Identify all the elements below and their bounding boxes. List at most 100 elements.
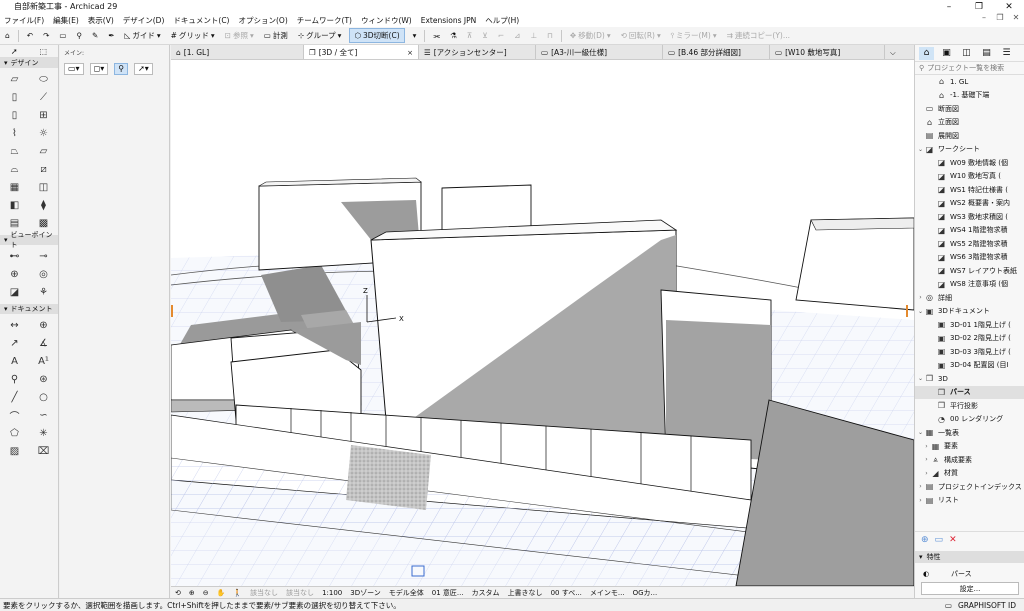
hotspot-tool-icon[interactable]: ✳ [31, 425, 57, 442]
shell-tool-icon[interactable]: ⏥ [31, 143, 57, 160]
object-tool-icon[interactable]: ◫ [31, 179, 57, 196]
interior-elevation-tool-icon[interactable]: ⊕ [2, 266, 28, 283]
tree-item[interactable]: ▭ 断面図 [915, 102, 1024, 115]
doc-minimize-button[interactable]: – [976, 13, 992, 22]
trim-icon[interactable]: ⊼ [465, 31, 475, 40]
dimension-tool-icon[interactable]: ↔ [2, 317, 28, 334]
menu-window[interactable]: ウィンドウ(W) [361, 15, 412, 26]
inject-icon[interactable]: ✒ [106, 31, 116, 40]
arrow-tool-icon[interactable]: ➚ [11, 47, 18, 56]
expand-icon[interactable]: › [917, 497, 924, 504]
rotate-button[interactable]: ⟲ 回転(R) ▾ [619, 30, 663, 41]
home-icon[interactable]: ⌂ [3, 31, 12, 40]
morph-tool-icon[interactable]: ⧫ [31, 197, 57, 214]
view-map-icon[interactable]: ▣ [939, 47, 954, 60]
project-map-icon[interactable]: ⌂ [919, 46, 934, 60]
fillet-icon[interactable]: ⌐ [496, 31, 506, 40]
tree-item[interactable]: › ▦ 要素 [915, 440, 1024, 453]
tab-3d[interactable]: ❒ [3D / 全て] × [304, 45, 419, 59]
filter-none-1[interactable]: 該当なし [250, 588, 278, 598]
fill-tool-icon[interactable]: ⊛ [31, 371, 57, 388]
settings-icon[interactable]: ▭ [935, 535, 944, 545]
orbit-icon[interactable]: ⟲ [175, 589, 181, 597]
tab-layout-a3[interactable]: ▭ [A3-川一級仕様] [536, 45, 663, 59]
view-select[interactable]: 01 意匠... [432, 588, 464, 598]
tree-item[interactable]: ◪ WS1 特記仕様書 ( [915, 183, 1024, 196]
tree-item[interactable]: ◪ W10 敷地写真 ( [915, 170, 1024, 183]
menu-view[interactable]: 表示(V) [88, 15, 114, 26]
maximize-button[interactable]: ❐ [964, 0, 994, 13]
tree-item[interactable]: ◪ WS8 注意事項 (個 [915, 278, 1024, 291]
pan-icon[interactable]: ✋ [217, 589, 226, 597]
toolbox-section-viewpoint[interactable]: ▾ ビューポイント [0, 231, 58, 249]
scale-select[interactable]: 1:100 [322, 589, 342, 597]
intersect-icon[interactable]: ⊥ [528, 31, 539, 40]
add-icon[interactable]: ⊕ [921, 535, 929, 545]
change-marker-tool-icon[interactable]: ⌧ [31, 443, 57, 460]
search-input[interactable]: プロジェクト一覧を検索 [927, 63, 1004, 73]
tree-item[interactable]: ⌂ 立面図 [915, 116, 1024, 129]
tree-item[interactable]: › ⩓ 構成要素 [915, 453, 1024, 466]
tree-item[interactable]: ▤ 展開図 [915, 129, 1024, 142]
lock-icon[interactable]: ⊓ [545, 31, 555, 40]
camera-tool-icon[interactable]: ⚘ [31, 284, 57, 301]
move-button[interactable]: ✥ 移動(D) ▾ [568, 30, 613, 41]
expand-icon[interactable]: ⌄ [917, 375, 924, 382]
tree-item[interactable]: ◪ WS5 2階建物求積 [915, 237, 1024, 250]
og-select[interactable]: OGカ... [633, 588, 658, 598]
group-button[interactable]: ⊹ グループ ▾ [296, 30, 344, 41]
circle-tool-icon[interactable]: ○ [31, 389, 57, 406]
filter-none-2[interactable]: 該当なし [286, 588, 314, 598]
memo-select[interactable]: メインモ... [590, 588, 625, 598]
layout-book-icon[interactable]: ◫ [959, 47, 974, 60]
tree-item[interactable]: ❒ 平行投影 [915, 399, 1024, 412]
doc-restore-button[interactable]: ❐ [992, 13, 1008, 22]
selection-method-icon[interactable]: ▭▾ [64, 63, 84, 75]
worksheet-tool-icon[interactable]: ◎ [31, 266, 57, 283]
menu-edit[interactable]: 編集(E) [53, 15, 79, 26]
tree-item[interactable]: ◪ WS2 概要書・案内 [915, 197, 1024, 210]
graphisoft-id[interactable]: ▭ GRAPHISOFT ID [945, 599, 1016, 611]
redo-icon[interactable]: ↷ [41, 31, 51, 40]
expand-icon[interactable]: ⌄ [917, 308, 924, 315]
multiply-button[interactable]: ⇉ 連続コピー(Y)... [725, 30, 792, 41]
expand-icon[interactable]: › [917, 483, 924, 490]
undo-icon[interactable]: ↶ [25, 31, 35, 40]
line-tool-icon[interactable]: ╱ [2, 389, 28, 406]
mirror-button[interactable]: ⫯ ミラー(M) ▾ [669, 30, 719, 41]
figure-tool-icon[interactable]: ▨ [2, 443, 28, 460]
tab-action-center[interactable]: ☰ [アクションセンター] [419, 45, 536, 59]
tree-item[interactable]: ▣ 3D-04 配置図 (目I [915, 359, 1024, 372]
tree-item[interactable]: ⌂ -1. 基礎下端 [915, 89, 1024, 102]
zoom-in-icon[interactable]: ⊕ [189, 589, 195, 597]
menu-extensions[interactable]: Extensions JPN [421, 16, 476, 25]
radial-dimension-tool-icon[interactable]: ↗ [2, 335, 28, 352]
quick-selection-icon[interactable]: ⚲ [114, 63, 129, 75]
spline-tool-icon[interactable]: ∽ [31, 407, 57, 424]
tree-item[interactable]: ▣ 3D-03 3階見上げ ( [915, 345, 1024, 358]
zone-select[interactable]: 3Dゾーン [350, 588, 381, 598]
tab-worksheet-w10[interactable]: ▭ [W10 敷地写真] [770, 45, 885, 59]
marquee-tool-icon[interactable]: ⬚ [39, 47, 47, 56]
section-tool-icon[interactable]: ⊷ [2, 248, 28, 265]
slab-tool-icon[interactable]: ⌓ [2, 161, 28, 178]
railing-tool-icon[interactable]: ⧄ [31, 161, 57, 178]
reference-button[interactable]: ⊡ 参照 ▾ [223, 30, 256, 41]
close-button[interactable]: ✕ [994, 0, 1024, 13]
tree-item[interactable]: ▣ 3D-01 1階見上げ ( [915, 318, 1024, 331]
tree-item[interactable]: ⌄ ❒ 3D [915, 372, 1024, 385]
doc-close-button[interactable]: ✕ [1008, 13, 1024, 22]
tree-item[interactable]: ◔ 00 レンダリング [915, 413, 1024, 426]
split-icon[interactable]: ⊻ [480, 31, 490, 40]
mesh-tool-icon[interactable]: ▦ [2, 179, 28, 196]
tree-item[interactable]: ◪ W09 敷地情報 (個 [915, 156, 1024, 169]
menu-help[interactable]: ヘルプ(H) [485, 15, 519, 26]
toolbox-section-document[interactable]: ▾ ドキュメント [0, 304, 58, 314]
marker-tool-icon[interactable]: ⚲ [2, 371, 28, 388]
zone-tool-icon[interactable]: ◧ [2, 197, 28, 214]
tree-item[interactable]: ◪ WS4 1階建物求積 [915, 224, 1024, 237]
3d-model-canvas[interactable]: Z X [171, 60, 914, 586]
tree-item[interactable]: › ◎ 詳細 [915, 291, 1024, 304]
expand-icon[interactable]: › [923, 470, 930, 477]
tree-item[interactable]: › ▤ プロジェクトインデックス [915, 480, 1024, 493]
